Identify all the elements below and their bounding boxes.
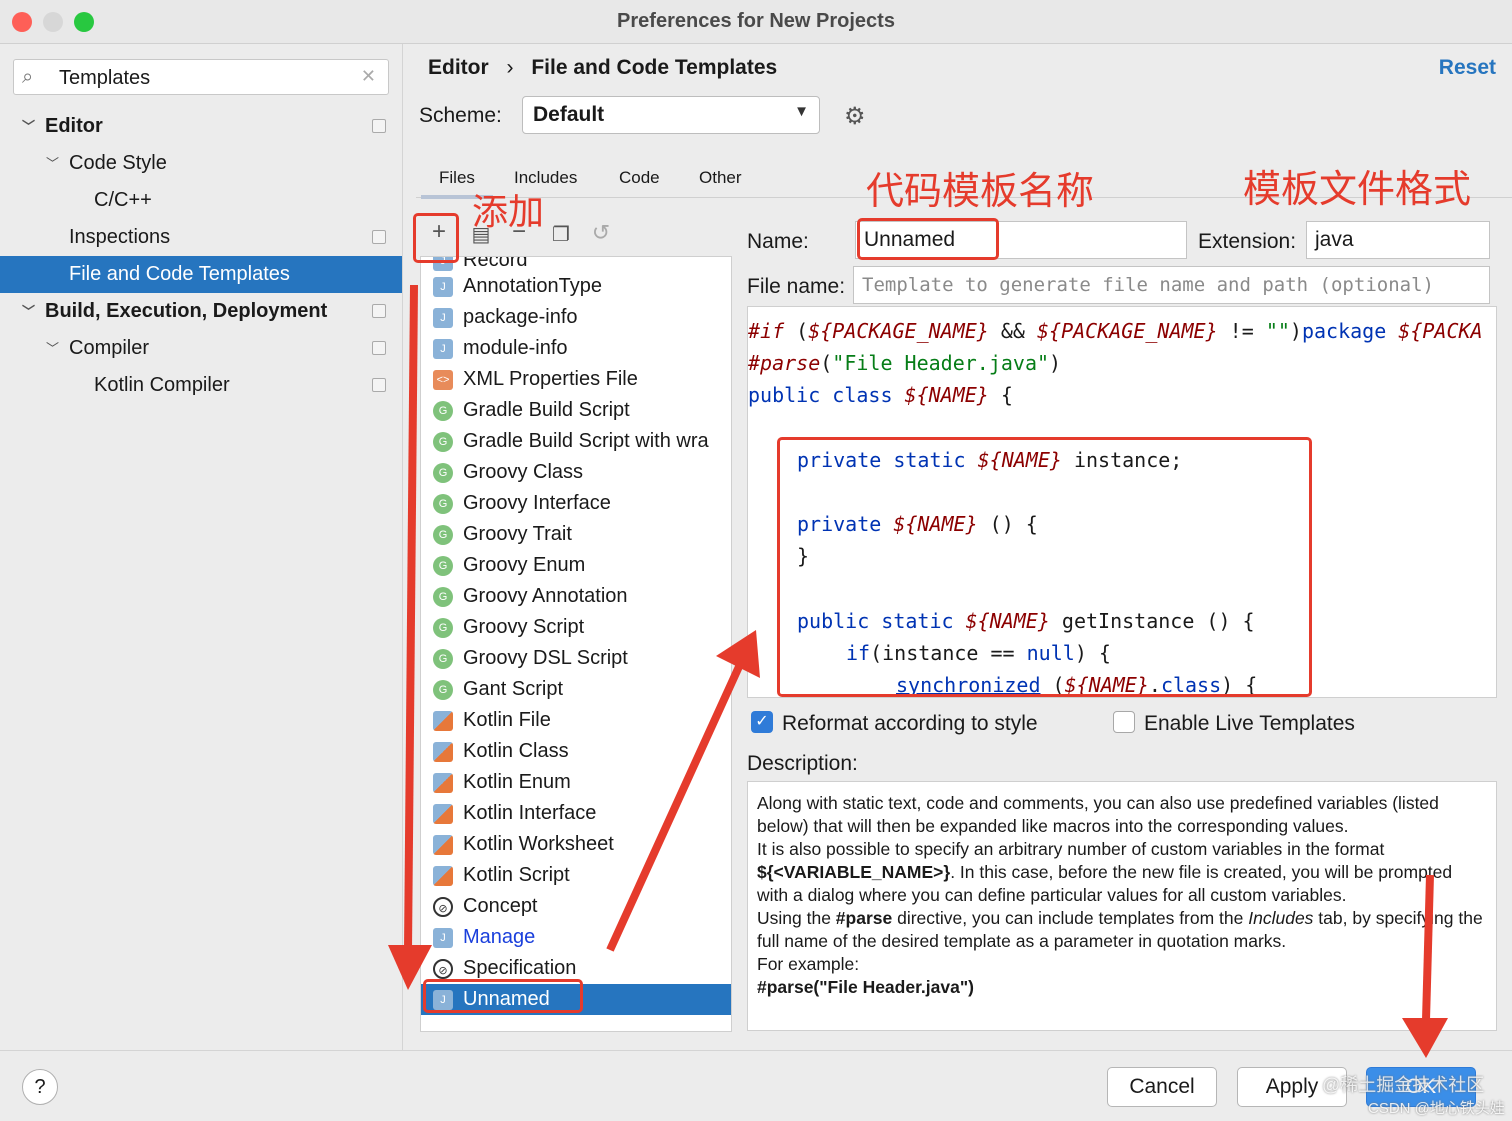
arrowhead xyxy=(1402,1018,1448,1058)
arrowhead xyxy=(388,945,432,990)
annotation-arrows xyxy=(388,284,1448,1058)
preferences-window: Preferences for New Projects ⌕ Templates… xyxy=(0,0,1512,1121)
arrow-down-right xyxy=(1422,874,1434,1021)
arrow-diagonal xyxy=(606,658,746,952)
arrow-down-left xyxy=(404,284,418,951)
